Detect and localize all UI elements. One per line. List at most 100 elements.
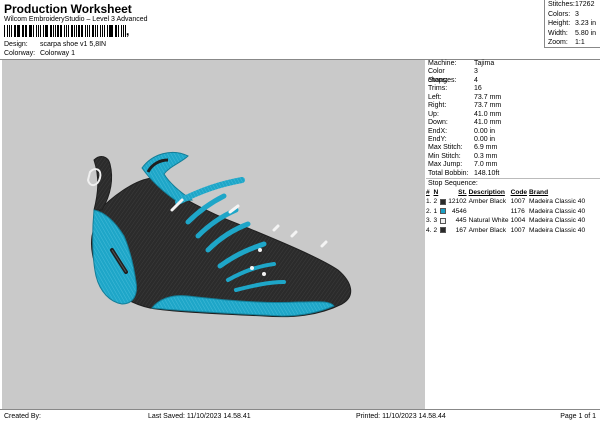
stat-colors: Colors: 3: [545, 10, 600, 20]
stat-stitches: Stitches: 17262: [545, 0, 600, 10]
row-brand: Madeira Classic 40: [529, 226, 586, 234]
stat-label: Colors:: [548, 10, 571, 18]
color-swatch: [440, 207, 448, 217]
thread-color-swatch: [440, 208, 447, 215]
row-code: 1004: [510, 217, 526, 225]
info-label: Max Jump:: [428, 161, 463, 169]
barcode-bar: [121, 25, 123, 37]
info-value: 0.00 in: [474, 127, 496, 135]
row-brand: Madeira Classic 40: [529, 207, 586, 215]
barcode-bar: [13, 25, 16, 37]
barcode-bar: [89, 25, 90, 37]
barcode-bar: [23, 25, 25, 37]
barcode-bar: [95, 25, 96, 37]
barcode-bar: [70, 25, 73, 37]
stat-value: 17262: [575, 1, 595, 8]
color-swatch: [440, 216, 448, 226]
info-value: 6.9 mm: [474, 144, 498, 152]
machine-info-row: Up: 41.0 mm: [426, 111, 600, 119]
row-needle: 2: [433, 198, 438, 206]
barcode-bar: [21, 25, 23, 37]
info-label: Up:: [428, 110, 439, 118]
stop-sequence-table: # N St. Description Code Brand 1. 2 12102 A…: [426, 188, 587, 235]
colorway-row: Colorway: Colorway 1: [4, 50, 75, 57]
barcode-bar: [28, 25, 30, 37]
info-value: 0.00 in: [474, 135, 496, 143]
row-description: [469, 207, 511, 217]
info-label: Right:: [428, 102, 447, 110]
barcode-bar: [4, 25, 5, 37]
stats-box: Stitches: 17262 Colors: 3 Height: 3.23 in W…: [544, 0, 600, 48]
col-code: Code: [510, 189, 528, 197]
row-index: 1.: [426, 198, 432, 206]
table-row: 2. 1 4546 1176 Madeira Classic 40: [426, 207, 587, 217]
col-stitches: St.: [458, 189, 467, 197]
stat-value: 5.80 in: [575, 29, 597, 37]
software-subtitle: Wilcom EmbroideryStudio – Level 3 Advanc…: [4, 16, 148, 23]
info-value: 73.7 mm: [474, 102, 502, 110]
barcode-bar: [86, 25, 89, 37]
footer-page-number: Page 1 of 1: [560, 413, 596, 420]
stat-width: Width: 5.80 in: [545, 29, 600, 39]
info-label: Left:: [428, 93, 442, 101]
info-label: Total Bobbin:: [428, 169, 469, 177]
row-description: Amber Black: [468, 226, 506, 234]
stat-label: Zoom:: [548, 39, 568, 46]
machine-info-row: Min Stitch: 0.3 mm: [426, 153, 600, 161]
machine-info-row: Stops: 4: [426, 77, 600, 85]
barcode-bar: [52, 25, 54, 37]
colorway-label: Colorway:: [4, 50, 36, 57]
barcode-bar: [10, 25, 12, 37]
info-label: Down:: [428, 119, 448, 127]
row-stitches: 12102: [448, 198, 467, 206]
barcode-bar: [33, 25, 35, 37]
barcode-bar: [9, 25, 10, 37]
col-hash: #: [426, 189, 430, 197]
barcode-bar: [100, 25, 101, 37]
machine-info-row: EndX: 0.00 in: [426, 128, 600, 136]
info-value: 3: [474, 68, 478, 76]
barcode-bar: [25, 25, 27, 37]
info-label: Min Stitch:: [428, 152, 461, 160]
barcode-bar: [57, 25, 59, 37]
stat-value: 3.23 in: [575, 20, 597, 27]
footer: Created By: Last Saved: 11/10/2023 14.58…: [0, 409, 600, 424]
row-stitches: 445: [455, 217, 467, 225]
table-header-row: # N St. Description Code Brand: [426, 188, 587, 197]
barcode-bar: [68, 25, 69, 37]
barcode-bar: [103, 25, 105, 37]
machine-info-row: Right: 73.7 mm: [426, 102, 600, 110]
col-n: N: [433, 189, 439, 197]
barcode-bar: [6, 25, 9, 37]
machine-info-row: Max Jump: 7.0 mm: [426, 161, 600, 169]
thread-color-swatch: [440, 198, 447, 205]
machine-info-row: Total Bobbin: 148.10ft: [426, 170, 600, 178]
page-title: Production Worksheet: [4, 2, 132, 16]
barcode-bar: [37, 25, 40, 37]
row-needle: 2: [433, 226, 438, 234]
row-needle: 1: [433, 207, 438, 215]
barcode-bar: [117, 25, 120, 37]
table-row: 1. 2 12102 Amber Black 1007 Madeira Classic 4…: [426, 197, 587, 207]
design-preview: [2, 60, 425, 409]
col-brand: Brand: [529, 189, 549, 197]
info-value: Tajima: [474, 60, 495, 67]
stat-label: Stitches:: [548, 1, 575, 8]
barcode-bar: [80, 25, 82, 37]
barcode-bar: [114, 25, 116, 37]
color-swatch: [440, 226, 448, 236]
row-index: 4.: [426, 226, 432, 234]
barcode-bar: [16, 25, 18, 37]
info-value: 7.0 mm: [474, 161, 498, 169]
machine-info-row: Color changes: 3: [426, 68, 600, 83]
stop-sequence-title: Stop Sequence:: [426, 178, 600, 187]
col-swatch: [440, 188, 448, 197]
row-brand: Madeira Classic 40: [529, 198, 586, 206]
machine-info-panel: Machine: Tajima Color changes: 3 Stops: 4 Trim…: [426, 60, 600, 409]
info-value: 16: [474, 85, 482, 93]
barcode-bar: [46, 25, 48, 37]
col-description: Description: [468, 189, 505, 197]
barcode-bar: [59, 25, 61, 37]
row-description: Natural White: [468, 217, 509, 225]
machine-info-row: EndY: 0.00 in: [426, 136, 600, 144]
